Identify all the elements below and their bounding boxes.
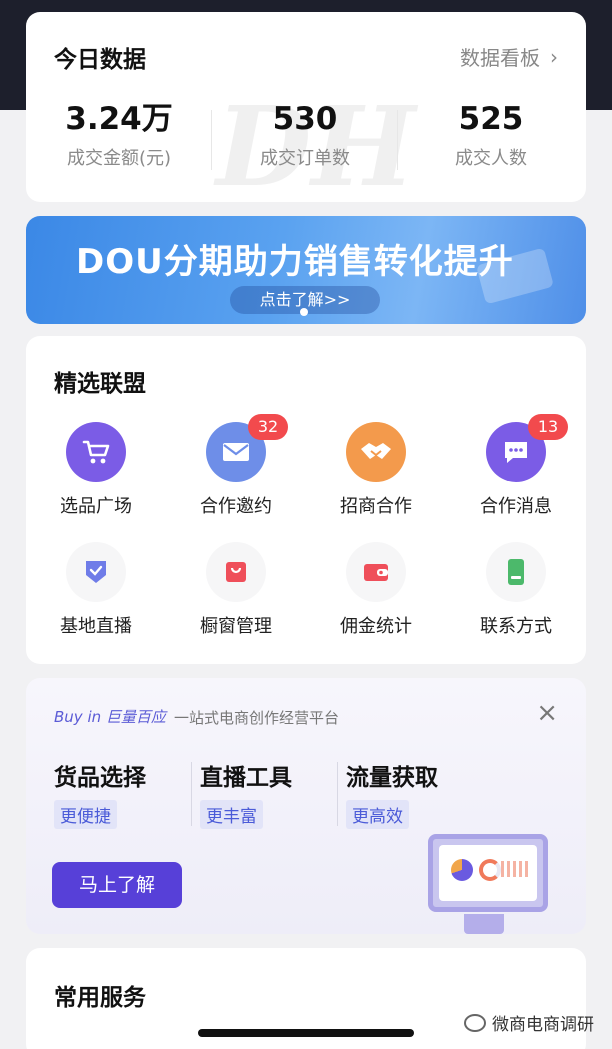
dashboard-link[interactable]: 数据看板 › bbox=[460, 42, 558, 71]
feature-tag: 更丰富 bbox=[200, 800, 263, 829]
alliance-item-merchant-cooperation[interactable]: 招商合作 bbox=[306, 418, 446, 517]
alliance-item-product-square[interactable]: 选品广场 bbox=[26, 418, 166, 517]
promo-banner[interactable]: DOU分期助力销售转化提升 点击了解>> bbox=[26, 216, 586, 324]
promo-features: 货品选择 更便捷 直播工具 更丰富 流量获取 更高效 bbox=[54, 758, 492, 829]
feature-heading: 直播工具 bbox=[200, 765, 292, 791]
stat-label: 成交订单数 bbox=[260, 148, 350, 169]
feature-product-selection: 货品选择 更便捷 bbox=[54, 758, 200, 829]
handshake-icon bbox=[346, 422, 406, 482]
feature-heading: 货品选择 bbox=[54, 765, 146, 791]
monitor-stand bbox=[464, 914, 504, 934]
alliance-item-commission[interactable]: 佣金统计 bbox=[306, 538, 446, 637]
wechat-icon bbox=[464, 1013, 486, 1032]
watermark: 微商电商调研 bbox=[464, 1010, 594, 1035]
feature-heading: 流量获取 bbox=[346, 765, 438, 791]
feature-tag: 更便捷 bbox=[54, 800, 117, 829]
buyin-logo: Buy in 巨量百应 bbox=[54, 708, 166, 726]
notification-badge: 13 bbox=[528, 414, 568, 440]
carousel-indicator bbox=[300, 308, 308, 316]
stat-orders[interactable]: 530 成交订单数 bbox=[212, 100, 398, 170]
bar-graphic bbox=[501, 861, 529, 877]
watermark-text: 微商电商调研 bbox=[492, 1015, 594, 1035]
feature-traffic: 流量获取 更高效 bbox=[346, 758, 492, 829]
stat-buyers[interactable]: 525 成交人数 bbox=[398, 100, 584, 170]
item-label: 选品广场 bbox=[60, 496, 132, 517]
item-label: 佣金统计 bbox=[340, 616, 412, 637]
alliance-item-messages[interactable]: 13 合作消息 bbox=[446, 414, 586, 517]
item-label: 合作邀约 bbox=[200, 496, 272, 517]
divider bbox=[337, 762, 338, 826]
alliance-title: 精选联盟 bbox=[54, 371, 146, 397]
today-data-card: DH 今日数据 数据看板 › 3.24万 成交金额(元) 530 成交订单数 5… bbox=[26, 12, 586, 211]
stat-label: 成交人数 bbox=[455, 148, 527, 169]
close-icon[interactable]: × bbox=[536, 698, 558, 728]
feature-live-tools: 直播工具 更丰富 bbox=[200, 758, 346, 829]
alliance-item-showcase[interactable]: 橱窗管理 bbox=[166, 538, 306, 637]
alliance-item-base-live[interactable]: 基地直播 bbox=[26, 538, 166, 637]
services-title: 常用服务 bbox=[54, 985, 146, 1011]
ring-graphic bbox=[479, 859, 501, 881]
bag-icon bbox=[206, 542, 266, 602]
divider bbox=[191, 762, 192, 826]
monitor-illustration bbox=[428, 834, 548, 912]
home-indicator[interactable] bbox=[198, 1029, 414, 1037]
feature-tag: 更高效 bbox=[346, 800, 409, 829]
stat-label: 成交金额(元) bbox=[66, 148, 172, 169]
monitor-screen bbox=[439, 845, 537, 901]
today-title: 今日数据 bbox=[54, 47, 146, 73]
cart-icon bbox=[66, 422, 126, 482]
item-label: 橱窗管理 bbox=[200, 616, 272, 637]
alliance-grid: 选品广场 32 合作邀约 招商合作 13 合作消息 基地直播 橱窗管理 佣金统计… bbox=[26, 414, 586, 637]
stat-value: 3.24万 bbox=[65, 101, 173, 137]
alliance-card: 精选联盟 选品广场 32 合作邀约 招商合作 13 合作消息 基地直播 橱窗管理… bbox=[26, 336, 586, 664]
alliance-item-contact[interactable]: 联系方式 bbox=[446, 538, 586, 637]
wallet-icon bbox=[346, 542, 406, 602]
pie-graphic bbox=[451, 859, 473, 881]
item-label: 合作消息 bbox=[480, 496, 552, 517]
shield-icon bbox=[66, 542, 126, 602]
stat-gmv[interactable]: 3.24万 成交金额(元) bbox=[26, 100, 212, 170]
chevron-right-icon: › bbox=[550, 44, 558, 69]
stat-value: 530 bbox=[272, 101, 338, 137]
item-label: 招商合作 bbox=[340, 496, 412, 517]
notification-badge: 32 bbox=[248, 414, 288, 440]
buyin-promo-card: Buy in 巨量百应 一站式电商创作经营平台 × 货品选择 更便捷 直播工具 … bbox=[26, 678, 586, 934]
stat-value: 525 bbox=[458, 101, 524, 137]
item-label: 基地直播 bbox=[60, 616, 132, 637]
stats-row: 3.24万 成交金额(元) 530 成交订单数 525 成交人数 bbox=[26, 100, 586, 170]
alliance-item-invitation[interactable]: 32 合作邀约 bbox=[166, 414, 306, 517]
promo-subtitle: 一站式电商创作经营平台 bbox=[174, 709, 340, 727]
phone-icon bbox=[486, 542, 546, 602]
learn-more-button[interactable]: 马上了解 bbox=[52, 862, 182, 908]
item-label: 联系方式 bbox=[480, 616, 552, 637]
banner-title: DOU分期助力销售转化提升 bbox=[76, 242, 514, 282]
dashboard-link-label: 数据看板 bbox=[460, 46, 540, 70]
